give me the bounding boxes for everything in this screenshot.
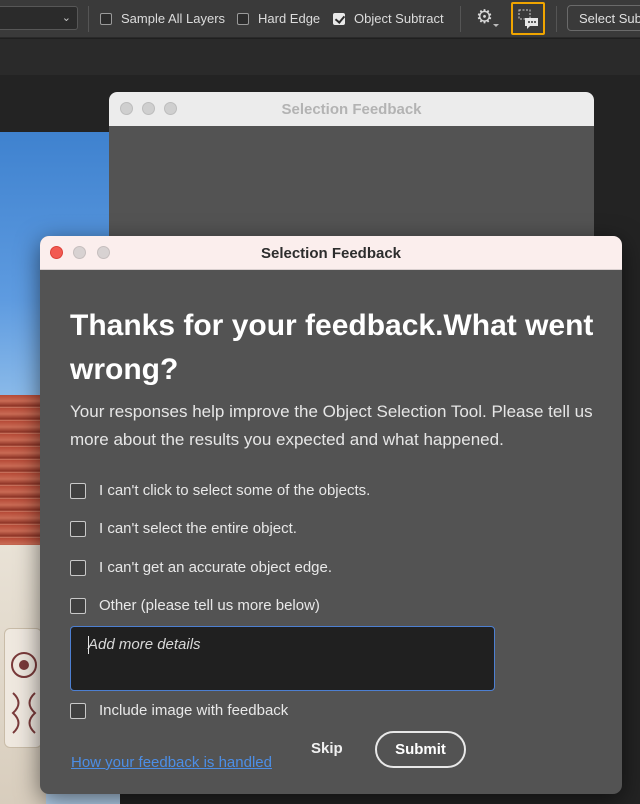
dialog-title: Selection Feedback (260, 245, 402, 262)
dialog-titlebar: Selection Feedback (40, 236, 622, 270)
hard-edge-checkbox[interactable]: Hard Edge (237, 11, 320, 26)
toolbar-divider (88, 6, 89, 32)
details-textarea[interactable]: Add more details (70, 626, 495, 691)
option-other[interactable]: Other (please tell us more below) (70, 597, 320, 614)
sample-all-layers-checkbox[interactable]: Sample All Layers (100, 11, 225, 26)
gear-menu-arrow-icon (493, 24, 499, 27)
option-label: I can't click to select some of the obje… (99, 482, 371, 499)
include-image-label: Include image with feedback (99, 702, 289, 719)
checkbox-box[interactable] (70, 520, 86, 537)
object-subtract-label: Object Subtract (354, 11, 444, 26)
option-entire-object[interactable]: I can't select the entire object. (70, 520, 297, 537)
submit-button[interactable]: Submit (375, 731, 466, 768)
back-feedback-window: Selection Feedback (109, 92, 594, 252)
sample-all-layers-label: Sample All Layers (121, 11, 226, 26)
option-label: Other (please tell us more below) (99, 597, 320, 614)
checkbox-checked[interactable] (333, 12, 345, 25)
option-label: I can't get an accurate object edge. (99, 559, 333, 576)
toolbar-divider (460, 6, 461, 32)
option-label: I can't select the entire object. (99, 520, 297, 537)
checkbox-box[interactable] (100, 12, 112, 25)
select-subject-button[interactable]: Select Subject (567, 5, 640, 31)
checkbox-box[interactable] (70, 702, 86, 719)
tool-preset-dropdown[interactable]: ⌄ (0, 6, 78, 30)
checkbox-box[interactable] (70, 482, 86, 499)
feedback-handling-link[interactable]: How your feedback is handled (71, 754, 272, 771)
option-click-select[interactable]: I can't click to select some of the obje… (70, 482, 370, 499)
photo-decorative-tile (4, 628, 42, 748)
selection-feedback-button[interactable] (511, 2, 545, 35)
back-window-titlebar: Selection Feedback (109, 92, 594, 126)
dialog-heading: Thanks for your feedback.What went wrong… (70, 309, 594, 386)
toolbar-divider (556, 6, 557, 32)
feedback-dialog: Selection Feedback Thanks for your feedb… (40, 236, 622, 794)
chevron-down-icon: ⌄ (61, 12, 71, 24)
skip-button[interactable]: Skip (311, 740, 343, 757)
tab-strip (0, 39, 640, 75)
feedback-icon (518, 9, 538, 29)
ornament-icon (11, 652, 37, 734)
hard-edge-label: Hard Edge (258, 11, 321, 26)
option-accurate-edge[interactable]: I can't get an accurate object edge. (70, 559, 332, 576)
object-subtract-checkbox[interactable]: Object Subtract (333, 11, 444, 26)
include-image-checkbox[interactable]: Include image with feedback (70, 702, 288, 719)
options-bar: ⌄ Sample All Layers Hard Edge Object Sub… (0, 0, 640, 38)
checkbox-box[interactable] (237, 12, 249, 25)
gear-icon[interactable]: ⚙ (476, 8, 493, 28)
dialog-description: Your responses help improve the Object S… (70, 402, 593, 449)
checkbox-box[interactable] (70, 559, 86, 576)
checkbox-box[interactable] (70, 597, 86, 614)
back-window-title: Selection Feedback (281, 101, 422, 118)
